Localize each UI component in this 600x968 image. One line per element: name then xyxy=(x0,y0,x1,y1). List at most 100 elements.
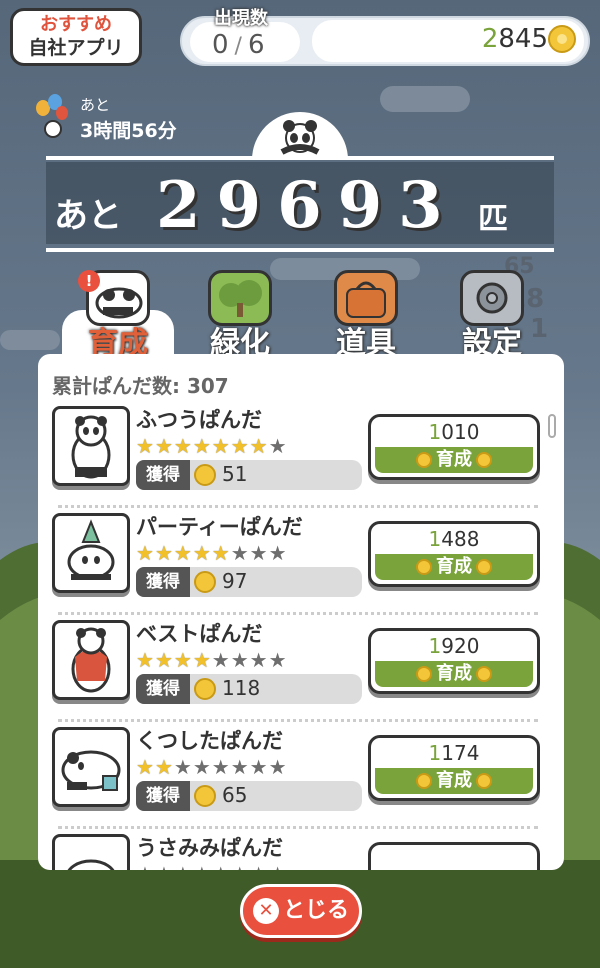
coin-icon xyxy=(476,666,492,682)
tab-tools[interactable]: 道具 xyxy=(318,270,414,361)
price-first: 1 xyxy=(428,741,442,765)
star-filled-icon: ★ xyxy=(154,541,174,565)
price-first: 1 xyxy=(428,634,442,658)
raise-label: 育成 xyxy=(436,449,472,470)
star-empty-icon: ★ xyxy=(268,755,288,779)
alert-icon: ! xyxy=(78,270,100,292)
star-filled-icon: ★ xyxy=(154,434,174,458)
gain-label: 獲得 xyxy=(136,674,190,704)
timer-label: あと xyxy=(80,96,111,114)
rarity-stars: ★★★★★★★★ xyxy=(136,541,288,565)
coin-icon xyxy=(476,559,492,575)
appear-label: 出現数 xyxy=(214,8,268,29)
price-rest: 010 xyxy=(441,420,480,444)
star-filled-icon: ★ xyxy=(230,434,250,458)
star-filled-icon: ★ xyxy=(173,541,193,565)
price-rest: 920 xyxy=(441,634,480,658)
raise-price: 1920 xyxy=(371,631,537,661)
price-first: 1 xyxy=(428,420,442,444)
recommend-label-2: 自社アプリ xyxy=(28,37,124,59)
appear-current: 0 xyxy=(212,30,229,60)
raise-button[interactable]: 1488 育成 xyxy=(368,521,540,587)
star-filled-icon: ★ xyxy=(249,434,269,458)
banner-rule xyxy=(46,156,554,160)
rarity-stars: ★★★★★★★★ xyxy=(136,434,288,458)
star-filled-icon: ★ xyxy=(192,541,212,565)
panda-list-panel[interactable]: 累計ぱんだ数: 307 ふつうぱんだ ★★★★★★★★ 獲得 51 1010 育成 パーティ… xyxy=(38,354,564,870)
raise-action: 育成 xyxy=(375,554,533,580)
star-filled-icon: ★ xyxy=(154,755,174,779)
row-divider xyxy=(58,612,538,615)
raise-button[interactable]: 育成 xyxy=(368,842,540,870)
rarity-stars: ★★★★★★★★ xyxy=(136,648,288,672)
raise-price: 1010 xyxy=(371,417,537,447)
gain-label: 獲得 xyxy=(136,567,190,597)
raise-action: 育成 xyxy=(375,768,533,794)
panda-name: ベストぱんだ xyxy=(136,622,263,646)
raise-button[interactable]: 1174 育成 xyxy=(368,735,540,801)
raise-label: 育成 xyxy=(436,556,472,577)
close-label: とじる xyxy=(282,898,349,923)
coin-icon xyxy=(194,464,216,486)
tab-greening[interactable]: 緑化 xyxy=(192,270,288,361)
star-empty-icon: ★ xyxy=(136,862,155,870)
gain-value: 51 xyxy=(222,462,248,486)
panda-thumbnail xyxy=(52,620,130,700)
tab-settings[interactable]: 設定 xyxy=(444,270,540,361)
panda-face-icon xyxy=(44,120,62,138)
remaining-count: 29693 xyxy=(156,168,459,243)
close-icon: ✕ xyxy=(252,898,279,924)
list-item: パーティーぱんだ ★★★★★★★★ 獲得 97 1488 育成 xyxy=(50,511,546,615)
star-empty-icon: ★ xyxy=(269,862,288,870)
total-value: 307 xyxy=(186,374,229,398)
cloud xyxy=(380,86,470,112)
star-empty-icon: ★ xyxy=(249,541,269,565)
coin-icon xyxy=(416,773,432,789)
star-empty-icon: ★ xyxy=(268,434,288,458)
star-empty-icon: ★ xyxy=(192,755,212,779)
close-button[interactable]: ✕ とじる xyxy=(240,884,362,938)
star-filled-icon: ★ xyxy=(173,434,193,458)
coin-prefix: 2 xyxy=(481,24,499,54)
scrollbar[interactable] xyxy=(548,414,556,438)
star-empty-icon: ★ xyxy=(230,648,250,672)
gain-label: 獲得 xyxy=(136,781,190,811)
panda-name: うさみみぱんだ xyxy=(136,836,283,860)
remaining-prefix: あと xyxy=(54,196,122,236)
raise-price: 1174 xyxy=(371,738,537,768)
raise-price: 1488 xyxy=(371,524,537,554)
star-empty-icon: ★ xyxy=(268,648,288,672)
list-item: ベストぱんだ ★★★★★★★★ 獲得 118 1920 育成 xyxy=(50,618,546,722)
star-empty-icon: ★ xyxy=(211,648,231,672)
coin-icon xyxy=(476,773,492,789)
coin-rest: 845 xyxy=(498,24,548,54)
star-filled-icon: ★ xyxy=(136,755,155,779)
total-pandas: 累計ぱんだ数: 307 xyxy=(52,370,229,399)
cloud xyxy=(0,330,60,350)
remaining-suffix: 匹 xyxy=(478,202,508,237)
star-filled-icon: ★ xyxy=(192,648,212,672)
coin-icon xyxy=(194,678,216,700)
star-empty-icon: ★ xyxy=(231,862,250,870)
recommend-label-1: おすすめ xyxy=(40,14,112,35)
gain-label: 獲得 xyxy=(136,460,190,490)
panda-thumbnail xyxy=(52,727,130,807)
timer-value: 3時間56分 xyxy=(80,120,177,142)
list-item: うさみみぱんだ★★★★★★★★獲得育成 xyxy=(50,832,546,870)
star-filled-icon: ★ xyxy=(154,648,174,672)
appear-slash: / xyxy=(234,34,242,59)
coin-icon xyxy=(416,452,432,468)
banner-rule xyxy=(46,248,554,252)
recommended-apps-button[interactable]: おすすめ 自社アプリ xyxy=(10,8,142,66)
star-filled-icon: ★ xyxy=(211,434,231,458)
coin-icon xyxy=(548,25,576,53)
gain-value: 65 xyxy=(222,783,248,807)
raise-button[interactable]: 1010 育成 xyxy=(368,414,540,480)
star-filled-icon: ★ xyxy=(211,541,231,565)
appear-count: 0/6 xyxy=(212,30,265,60)
raise-action: 育成 xyxy=(375,661,533,687)
row-divider xyxy=(58,505,538,508)
star-filled-icon: ★ xyxy=(136,434,155,458)
raise-button[interactable]: 1920 育成 xyxy=(368,628,540,694)
panda-thumbnail xyxy=(52,513,130,593)
